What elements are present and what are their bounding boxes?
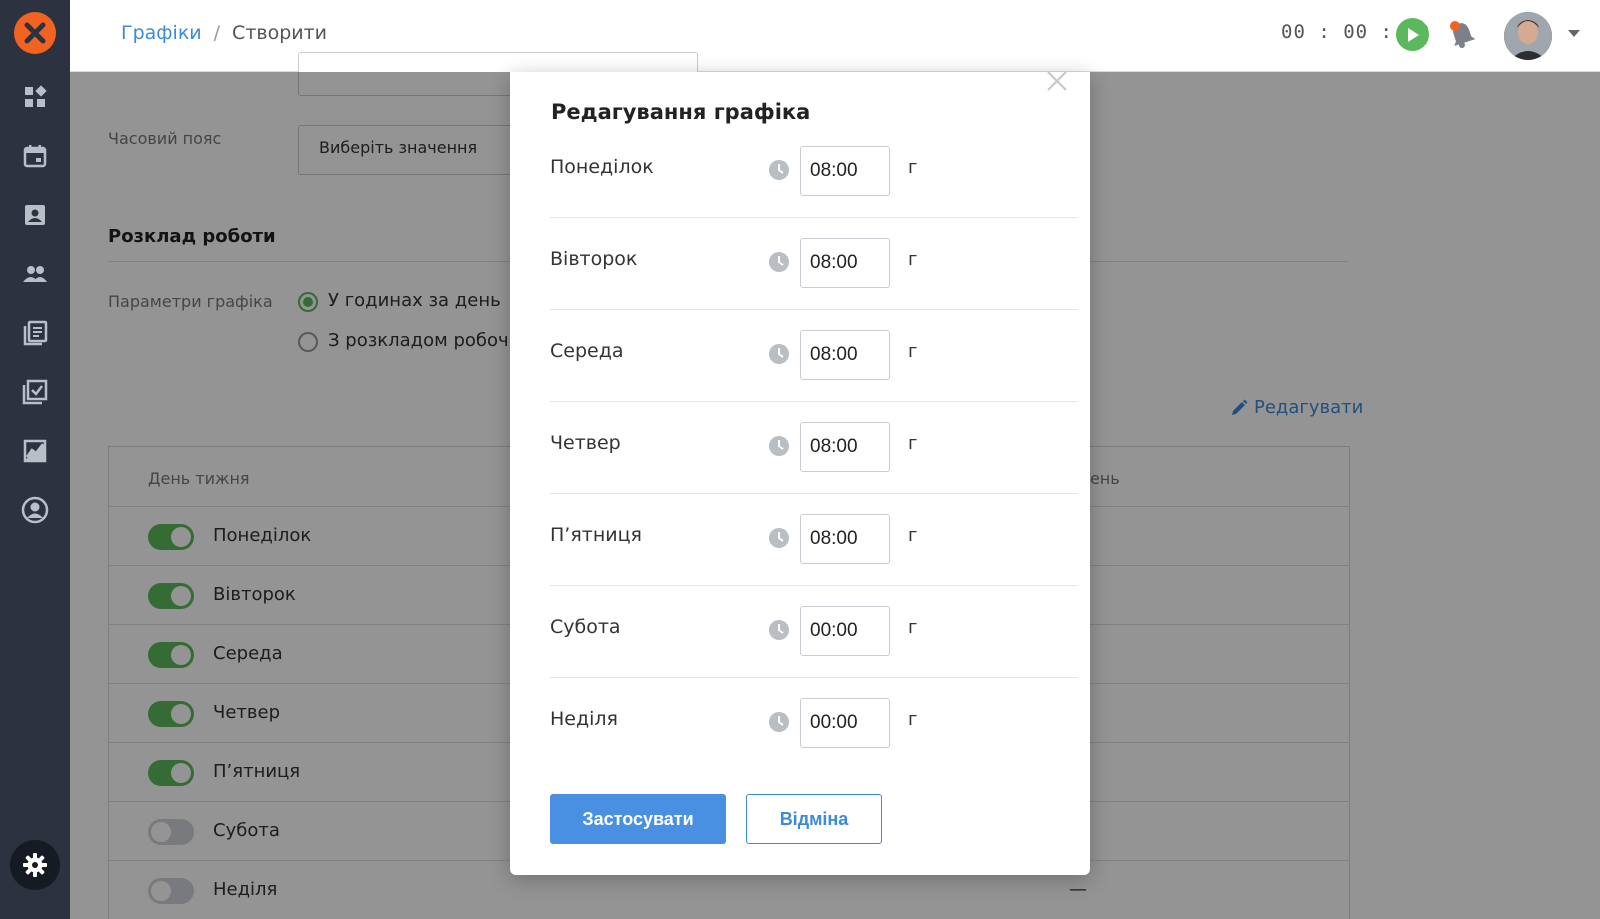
hours-unit: г <box>908 617 918 638</box>
modal-day-row: Середа г <box>550 310 1078 402</box>
settings-button[interactable] <box>10 840 60 890</box>
app-logo[interactable] <box>14 12 56 54</box>
breadcrumb-current: Створити <box>232 22 328 44</box>
modal-day-label: Неділя <box>550 708 618 730</box>
hours-unit: г <box>908 341 918 362</box>
analytics-icon <box>23 439 47 463</box>
clock-icon <box>769 252 789 272</box>
time-input[interactable] <box>800 238 890 288</box>
breadcrumb: Графіки / Створити <box>121 22 327 44</box>
sidebar <box>0 0 70 919</box>
reports-icon <box>23 320 48 346</box>
sidebar-item-analytics[interactable] <box>20 436 50 466</box>
logo-icon <box>24 22 46 44</box>
hours-unit: г <box>908 525 918 546</box>
breadcrumb-separator: / <box>213 22 221 44</box>
time-input[interactable] <box>800 146 890 196</box>
clock-icon <box>769 528 789 548</box>
sidebar-item-calendar[interactable] <box>20 141 50 171</box>
hours-unit: г <box>908 709 918 730</box>
dashboard-icon <box>25 85 47 107</box>
modal-day-row: Неділя г <box>550 678 1078 770</box>
cancel-button[interactable]: Відміна <box>746 794 882 844</box>
bell-icon <box>1450 21 1476 48</box>
clock-icon <box>769 712 789 732</box>
modal-title: Редагування графіка <box>551 100 811 124</box>
modal-day-row: Понеділок г <box>550 126 1078 218</box>
modal-day-label: Вівторок <box>550 248 638 270</box>
close-icon <box>1047 71 1067 91</box>
clock-icon <box>769 436 789 456</box>
hours-unit: г <box>908 157 918 178</box>
modal-close-button[interactable] <box>1044 68 1070 94</box>
contacts-icon <box>25 205 45 225</box>
clock-icon <box>769 620 789 640</box>
team-icon <box>23 266 47 282</box>
modal-day-row: П’ятниця г <box>550 494 1078 586</box>
modal-day-label: Середа <box>550 340 624 362</box>
tasks-icon <box>22 379 48 405</box>
user-avatar[interactable] <box>1504 12 1552 60</box>
modal-day-label: Четвер <box>550 432 621 454</box>
user-menu-caret[interactable] <box>1568 30 1580 37</box>
modal-day-label: П’ятниця <box>550 524 642 546</box>
clock-icon <box>769 160 789 180</box>
gear-icon <box>23 853 47 877</box>
modal-day-row: Субота г <box>550 586 1078 678</box>
time-input[interactable] <box>800 514 890 564</box>
sidebar-item-dashboard[interactable] <box>20 82 50 112</box>
modal-day-label: Понеділок <box>550 156 654 178</box>
sidebar-item-profile[interactable] <box>20 495 50 525</box>
time-input[interactable] <box>800 330 890 380</box>
clock-icon <box>769 344 789 364</box>
calendar-icon <box>23 145 47 168</box>
time-input[interactable] <box>800 698 890 748</box>
time-input[interactable] <box>800 606 890 656</box>
profile-icon <box>21 496 49 524</box>
edit-schedule-modal: Редагування графіка Понеділок г Вівторок… <box>510 71 1090 875</box>
timer-play-button[interactable] <box>1396 18 1429 51</box>
hours-unit: г <box>908 433 918 454</box>
time-input[interactable] <box>800 422 890 472</box>
modal-day-label: Субота <box>550 616 621 638</box>
sidebar-item-team[interactable] <box>20 259 50 289</box>
hours-unit: г <box>908 249 918 270</box>
modal-day-row: Вівторок г <box>550 218 1078 310</box>
modal-day-row: Четвер г <box>550 402 1078 494</box>
breadcrumb-link-schedules[interactable]: Графіки <box>121 22 202 44</box>
notifications-button[interactable] <box>1446 18 1478 50</box>
sidebar-item-contacts[interactable] <box>20 200 50 230</box>
sidebar-item-reports[interactable] <box>20 318 50 348</box>
play-icon <box>1407 27 1419 42</box>
avatar-photo-icon <box>1504 12 1552 60</box>
sidebar-item-tasks[interactable] <box>20 377 50 407</box>
apply-button[interactable]: Застосувати <box>550 794 726 844</box>
